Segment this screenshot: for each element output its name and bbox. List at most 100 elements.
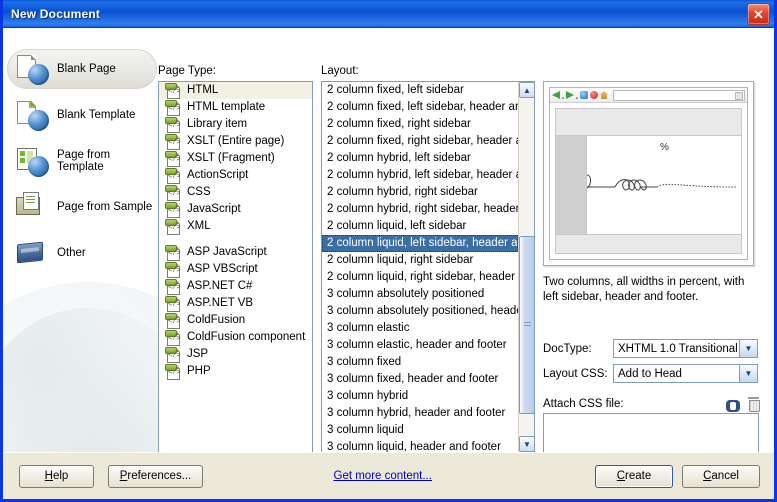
layout-item[interactable]: 3 column fixed	[322, 354, 518, 371]
page-type-item[interactable]: </> JavaScript	[159, 201, 312, 218]
layout-item[interactable]: 3 column hybrid, header and footer	[322, 405, 518, 422]
page-type-item[interactable]: </> ASP VBScript	[159, 261, 312, 278]
page-type-item[interactable]: </> JSP	[159, 346, 312, 363]
page-type-label: HTML	[187, 84, 219, 96]
scroll-down-icon[interactable]: ▼	[519, 436, 534, 452]
layout-item[interactable]: 2 column hybrid, left sidebar, header a	[322, 167, 518, 184]
layout-item[interactable]: 2 column fixed, right sidebar, header a	[322, 133, 518, 150]
file-type-icon: </>	[165, 117, 181, 133]
layout-item-label: 3 column elastic	[327, 322, 410, 334]
page-from-sample-icon	[15, 191, 49, 223]
trash-icon[interactable]	[748, 397, 760, 412]
create-button[interactable]: Create	[595, 464, 673, 488]
doctype-row: DocType: XHTML 1.0 Transitional ▼	[543, 339, 768, 358]
layout-item[interactable]: 3 column liquid, header and footer	[322, 439, 518, 452]
file-type-icon: </>	[165, 296, 181, 312]
layout-item[interactable]: 2 column liquid, left sidebar, header an	[322, 235, 518, 252]
page-type-item[interactable]: </> PHP	[159, 363, 312, 380]
page-type-item[interactable]: </> XML	[159, 218, 312, 235]
layout-item[interactable]: 3 column liquid	[322, 422, 518, 439]
category-blank-page[interactable]: Blank Page	[3, 46, 157, 92]
file-type-icon: </>	[165, 330, 181, 346]
chevron-down-icon[interactable]: ▼	[739, 340, 757, 357]
layout-item[interactable]: 3 column hybrid	[322, 388, 518, 405]
category-label: Other	[57, 247, 86, 259]
file-type-icon: </>	[165, 100, 181, 116]
browser-address-bar	[613, 89, 745, 101]
page-type-item[interactable]: </> HTML template	[159, 99, 312, 116]
layout-item[interactable]: 2 column hybrid, left sidebar	[322, 150, 518, 167]
diagram-footer-band	[555, 234, 742, 254]
page-type-label: XML	[187, 220, 211, 232]
layout-item[interactable]: 2 column liquid, right sidebar, header a	[322, 269, 518, 286]
page-type-label: ASP VBScript	[187, 263, 258, 275]
chevron-down-icon[interactable]: ▼	[739, 365, 757, 382]
page-type-label: JSP	[187, 348, 209, 360]
page-type-label: JavaScript	[187, 203, 241, 215]
preferences-button[interactable]: Preferences...	[108, 464, 203, 488]
attach-css-listbox[interactable]	[543, 413, 759, 452]
layout-item[interactable]: 2 column hybrid, right sidebar	[322, 184, 518, 201]
page-type-item[interactable]: </> ASP.NET C#	[159, 278, 312, 295]
layout-item[interactable]: 3 column absolutely positioned	[322, 286, 518, 303]
layout-vertical-scrollbar[interactable]: ▲ ▼	[518, 82, 534, 452]
layout-item[interactable]: 2 column liquid, left sidebar	[322, 218, 518, 235]
layout-item[interactable]: 2 column liquid, right sidebar	[322, 252, 518, 269]
new-document-dialog: New Document ✕ Blank Page Blank Template	[0, 0, 777, 502]
page-type-item[interactable]: </> ASP.NET VB	[159, 295, 312, 312]
layout-item-label: 3 column elastic, header and footer	[327, 339, 507, 351]
file-type-icon: </>	[165, 151, 181, 167]
cancel-button[interactable]: Cancel	[682, 464, 760, 488]
layout-item-label: 2 column liquid, right sidebar	[327, 254, 474, 266]
list-separator	[159, 235, 312, 244]
file-type-icon: </>	[165, 347, 181, 363]
layout-css-select[interactable]: Add to Head ▼	[613, 364, 758, 383]
layout-item-label: 2 column fixed, left sidebar, header an	[327, 101, 518, 113]
layout-item[interactable]: 3 column absolutely positioned, header	[322, 303, 518, 320]
layout-item-label: 2 column hybrid, left sidebar	[327, 152, 471, 164]
page-type-item[interactable]: </> CSS	[159, 184, 312, 201]
layout-item[interactable]: 2 column hybrid, right sidebar, header	[322, 201, 518, 218]
category-other[interactable]: Other	[3, 230, 153, 276]
layout-css-label: Layout CSS:	[543, 367, 608, 380]
close-icon[interactable]: ✕	[747, 3, 770, 25]
page-type-item[interactable]: </> HTML	[159, 82, 312, 99]
layout-item[interactable]: 3 column fixed, header and footer	[322, 371, 518, 388]
layout-item[interactable]: 3 column elastic	[322, 320, 518, 337]
page-type-item[interactable]: </> ColdFusion component	[159, 329, 312, 346]
preview-pane: % Two columns, all widths in percent, wi…	[543, 81, 768, 452]
category-page-from-template[interactable]: Page from Template	[3, 138, 153, 184]
doctype-select[interactable]: XHTML 1.0 Transitional ▼	[613, 339, 758, 358]
layout-list[interactable]: 2 column fixed, left sidebar 2 column fix…	[321, 81, 535, 452]
blank-template-icon	[15, 99, 49, 131]
layout-item[interactable]: 2 column fixed, right sidebar	[322, 116, 518, 133]
link-icon[interactable]	[726, 399, 740, 412]
back-icon	[552, 91, 560, 99]
page-type-item[interactable]: </> ColdFusion	[159, 312, 312, 329]
help-button[interactable]: Help	[19, 464, 94, 488]
file-type-icon: </>	[165, 245, 181, 261]
scroll-up-icon[interactable]: ▲	[519, 82, 534, 98]
layout-css-value: Add to Head	[618, 367, 682, 380]
forward-dropdown-dot	[576, 97, 578, 99]
layout-item[interactable]: 2 column fixed, left sidebar	[322, 82, 518, 99]
diagram-left-sidebar	[556, 136, 587, 234]
category-label: Page from Template	[57, 149, 111, 173]
page-type-item[interactable]: </> Library item	[159, 116, 312, 133]
get-more-content-link[interactable]: Get more content...	[334, 470, 432, 482]
category-blank-template[interactable]: Blank Template	[3, 92, 153, 138]
layout-item-label: 2 column liquid, left sidebar	[327, 220, 467, 232]
page-type-item[interactable]: </> ASP JavaScript	[159, 244, 312, 261]
vertical-scroll-thumb[interactable]	[519, 236, 534, 414]
layout-item[interactable]: 3 column elastic, header and footer	[322, 337, 518, 354]
page-type-item[interactable]: </> XSLT (Fragment)	[159, 150, 312, 167]
page-type-item[interactable]: </> ActionScript	[159, 167, 312, 184]
page-type-item[interactable]: </> XSLT (Entire page)	[159, 133, 312, 150]
browser-mock: %	[549, 87, 748, 260]
file-type-icon: </>	[165, 279, 181, 295]
page-from-template-icon	[15, 145, 49, 177]
layout-item[interactable]: 2 column fixed, left sidebar, header an	[322, 99, 518, 116]
page-type-list[interactable]: </> HTML </> HTML template </> Library item </…	[158, 81, 313, 452]
stop-icon	[590, 91, 598, 99]
category-page-from-sample[interactable]: Page from Sample	[3, 184, 153, 230]
